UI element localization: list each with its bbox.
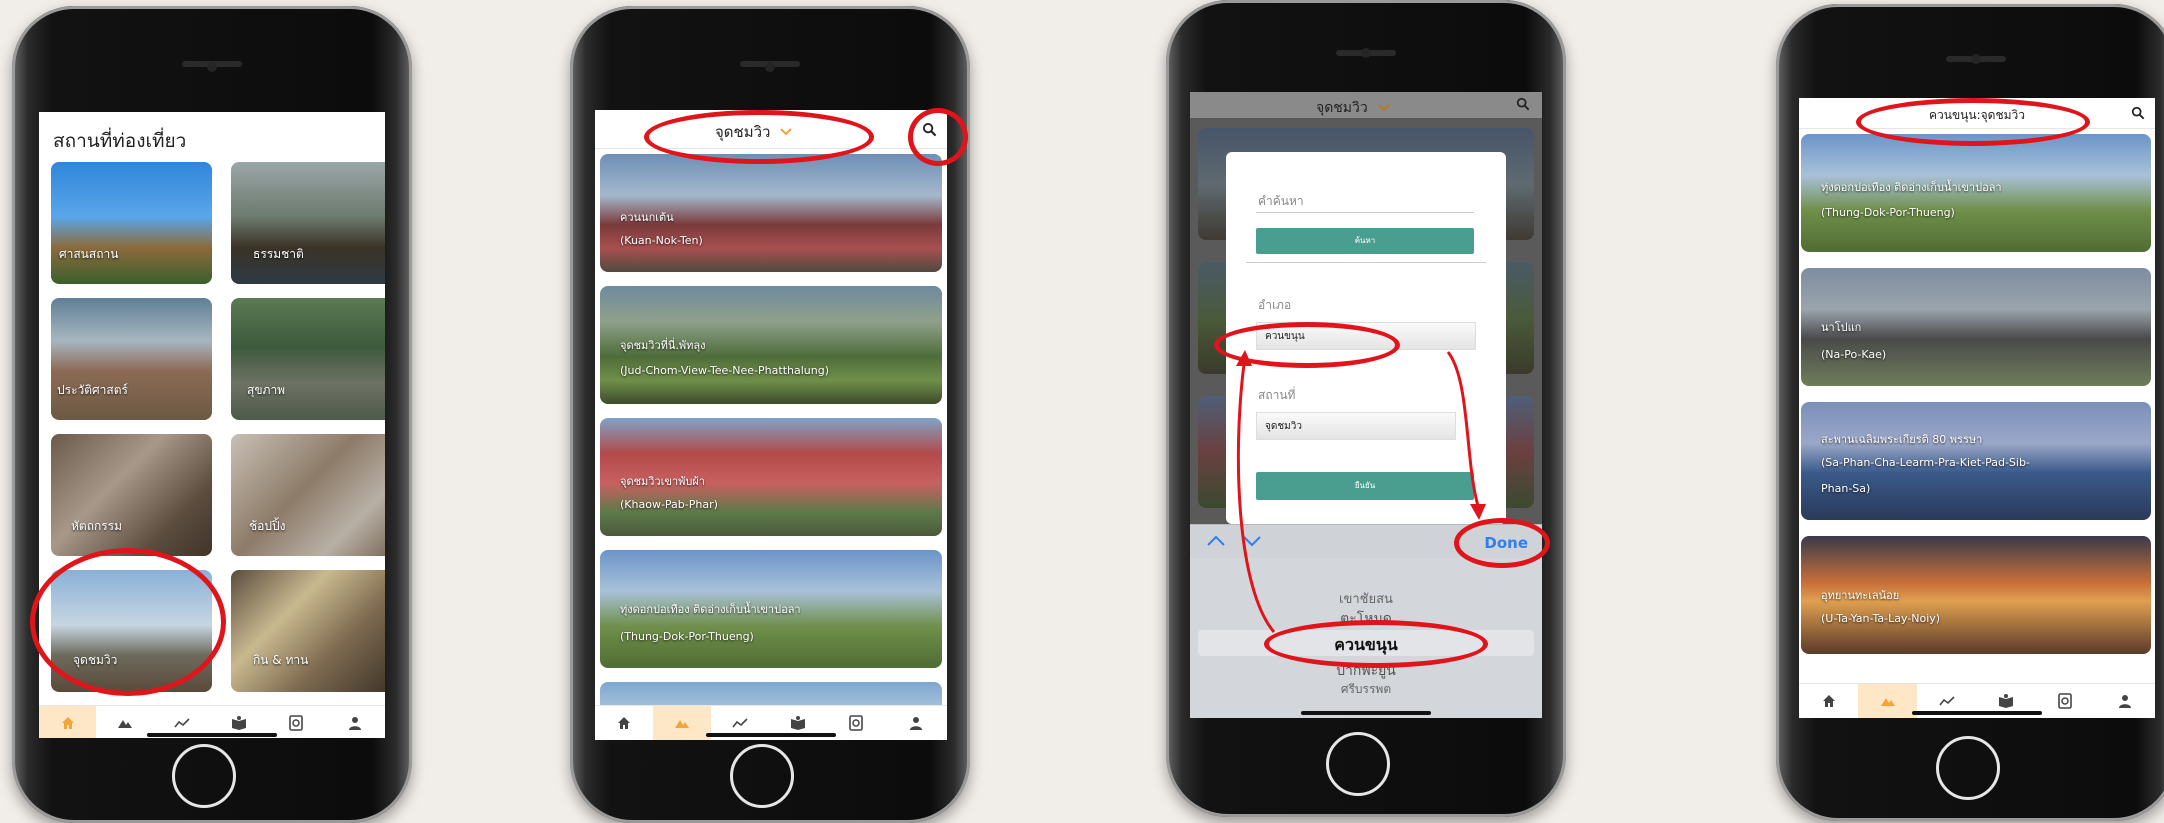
- home-button[interactable]: [1936, 736, 2000, 800]
- tab-profile[interactable]: [2094, 684, 2155, 718]
- place-name-en: (Na-Po-Kae): [1821, 348, 1887, 361]
- place-name-en: (U-Ta-Yan-Ta-Lay-Noiy): [1821, 612, 1941, 625]
- place-name-en: (Thung-Dok-Por-Thueng): [1821, 206, 1955, 219]
- phone-frame-4: ควนขนุน:จุดชมวิว ทุ่งดอกปอเทือง ติดอ่างเ…: [1776, 4, 2164, 821]
- bottom-tab-bar: [1799, 683, 2155, 718]
- place-card[interactable]: สะพานเฉลิมพระเกียรติ 80 พรรษา (Sa-Phan-C…: [1801, 402, 2151, 520]
- search-doc-icon: [2057, 693, 2072, 709]
- screen-filtered-list: ควนขนุน:จุดชมวิว ทุ่งดอกปอเทือง ติดอ่างเ…: [1799, 98, 2155, 718]
- place-card[interactable]: อุทยานทะเลน้อย (U-Ta-Yan-Ta-Lay-Noiy): [1801, 536, 2151, 654]
- place-card[interactable]: นาโปแก (Na-Po-Kae): [1801, 268, 2151, 386]
- search-icon[interactable]: [2131, 106, 2145, 120]
- home-icon: [1822, 695, 1835, 707]
- place-name-th: อุทยานทะเลน้อย: [1821, 589, 1900, 602]
- place-name-th: นาโปแก: [1821, 321, 1862, 334]
- tab-attractions[interactable]: [1858, 684, 1917, 718]
- tab-home[interactable]: [1799, 684, 1858, 718]
- camera: [1971, 54, 1981, 64]
- place-card[interactable]: ทุ่งดอกปอเทือง ติดอ่างเก็บน้ำเขาปอลา (Th…: [1801, 134, 2151, 252]
- trend-icon: [1938, 696, 1955, 706]
- place-name-th: ทุ่งดอกปอเทือง ติดอ่างเก็บน้ำเขาปอลา: [1821, 181, 2002, 194]
- header-title: ควนขนุน:จุดชมวิว: [1929, 108, 2025, 122]
- home-indicator: [1912, 711, 2042, 715]
- place-name-th: สะพานเฉลิมพระเกียรติ 80 พรรษา: [1821, 433, 1983, 446]
- place-name-en: (Sa-Phan-Cha-Learm-Pra-Kiet-Pad-Sib-: [1821, 456, 2030, 469]
- place-name-en-cont: Phan-Sa): [1821, 482, 1871, 495]
- book-icon: [1998, 694, 2013, 708]
- header-bar: ควนขนุน:จุดชมวิว: [1799, 98, 2155, 129]
- user-icon: [2118, 695, 2131, 708]
- tab-search[interactable]: [2035, 684, 2094, 718]
- mountain-icon: [1880, 698, 1895, 706]
